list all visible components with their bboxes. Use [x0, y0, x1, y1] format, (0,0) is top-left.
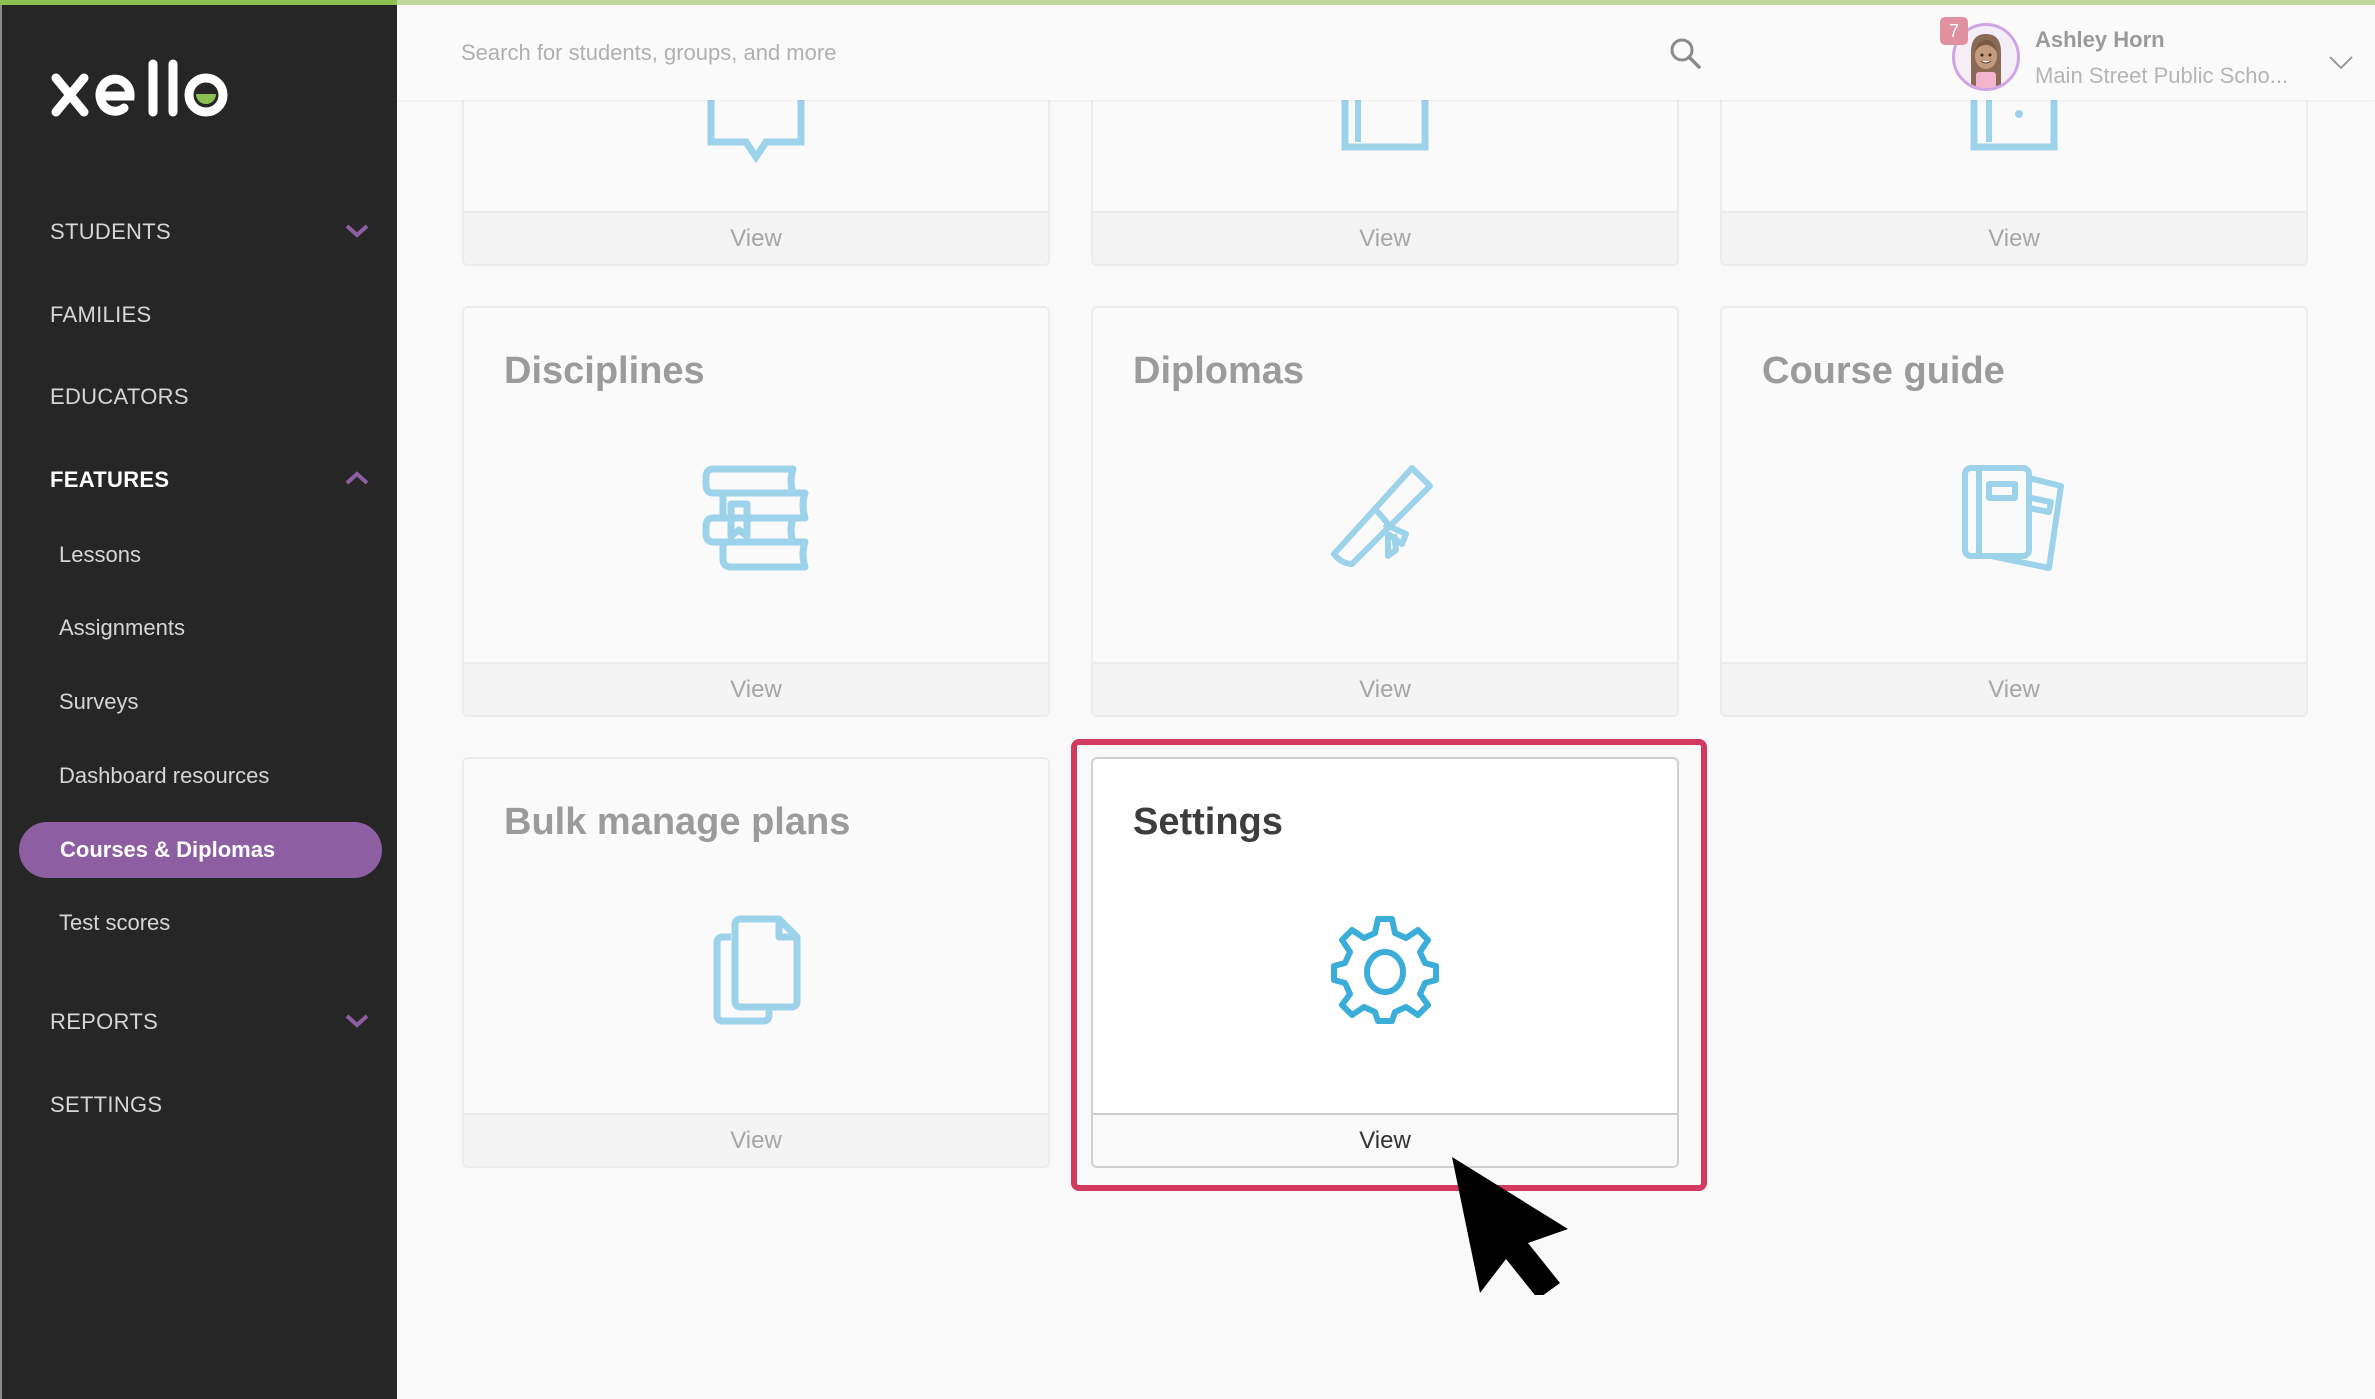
- user-menu[interactable]: 7 Ashley Horn Main Street Public Scho...: [1940, 15, 2354, 95]
- view-button[interactable]: View: [464, 1113, 1048, 1166]
- sidebar-subitem-courses-diplomas[interactable]: Courses & Diplomas: [19, 822, 382, 878]
- sidebar-subitem-label: Dashboard resources: [59, 763, 270, 788]
- sidebar-subitem-label: Courses & Diplomas: [60, 837, 276, 862]
- mouse-cursor-icon: [1452, 1157, 1568, 1295]
- sidebar-item-label: REPORTS: [50, 1009, 159, 1034]
- search-icon[interactable]: [1667, 35, 1703, 71]
- search-input[interactable]: [461, 33, 1661, 73]
- card-title: Settings: [1133, 801, 1283, 843]
- feature-card-diplomas[interactable]: Diplomas View: [1091, 306, 1679, 717]
- view-button[interactable]: View: [464, 211, 1048, 264]
- feature-card-disciplines[interactable]: Disciplines View: [462, 306, 1050, 717]
- sidebar-item-students[interactable]: STUDENTS: [50, 212, 370, 252]
- feature-card-course-guide[interactable]: Course guide View: [1720, 306, 2308, 717]
- sidebar-item-label: EDUCATORS: [50, 384, 189, 409]
- sidebar-item-reports[interactable]: REPORTS: [50, 1002, 370, 1042]
- view-button[interactable]: View: [1093, 1113, 1677, 1166]
- feature-card-bulk-manage-plans[interactable]: Bulk manage plans View: [462, 757, 1050, 1168]
- sidebar-item-features[interactable]: FEATURES: [50, 460, 370, 500]
- sidebar-subitem-label: Assignments: [59, 615, 185, 640]
- user-name: Ashley Horn: [2035, 27, 2165, 52]
- top-header: 7 Ashley Horn Main Street Public Scho...: [397, 5, 2375, 100]
- top-accent-bar: [0, 0, 2375, 5]
- sidebar-item-families[interactable]: FAMILIES: [50, 295, 370, 335]
- chevron-down-icon[interactable]: [344, 220, 370, 240]
- sidebar-subitem-surveys[interactable]: Surveys: [59, 682, 138, 722]
- view-button[interactable]: View: [1722, 662, 2306, 715]
- sidebar-subitem-dashboard-resources[interactable]: Dashboard resources: [59, 756, 269, 796]
- sidebar-subitem-assignments[interactable]: Assignments: [59, 608, 185, 648]
- view-button[interactable]: View: [464, 662, 1048, 715]
- course-guide-icon: [1962, 465, 2064, 571]
- sidebar-subitem-test-scores[interactable]: Test scores: [59, 903, 170, 943]
- card-title: Bulk manage plans: [504, 801, 851, 843]
- chevron-down-icon[interactable]: [344, 1010, 370, 1030]
- card-title: Diplomas: [1133, 350, 1305, 392]
- main-content: View View View Disciplines View Diplomas: [397, 0, 2375, 1399]
- gear-icon: [1331, 916, 1439, 1024]
- sidebar: STUDENTS FAMILIES EDUCATORS FEATURES Les…: [0, 0, 397, 1399]
- card-title: Course guide: [1762, 350, 2005, 392]
- sidebar-item-label: FEATURES: [50, 467, 170, 492]
- sidebar-subitem-label: Surveys: [59, 689, 139, 714]
- sidebar-item-label: STUDENTS: [50, 219, 171, 244]
- view-button[interactable]: View: [1093, 211, 1677, 264]
- card-title: Disciplines: [504, 350, 705, 392]
- sidebar-subitem-label: Test scores: [59, 910, 171, 935]
- partial-icon: [1970, 92, 2058, 151]
- sidebar-item-settings[interactable]: SETTINGS: [50, 1085, 370, 1125]
- feature-card-settings[interactable]: Settings View: [1091, 757, 1679, 1168]
- sidebar-item-educators[interactable]: EDUCATORS: [50, 377, 370, 417]
- partial-icon: [1341, 92, 1429, 151]
- user-school: Main Street Public Scho...: [2035, 63, 2289, 88]
- xello-logo[interactable]: [50, 58, 250, 128]
- books-icon: [702, 465, 809, 571]
- partial-icon: [707, 97, 805, 164]
- chevron-up-icon[interactable]: [344, 468, 370, 488]
- sidebar-item-label: FAMILIES: [50, 302, 152, 327]
- sidebar-item-label: SETTINGS: [50, 1092, 163, 1117]
- diploma-scroll-icon: [1331, 465, 1433, 567]
- documents-icon: [713, 915, 801, 1025]
- chevron-down-icon[interactable]: [2328, 55, 2354, 71]
- notification-badge[interactable]: 7: [1940, 17, 1968, 45]
- view-button[interactable]: View: [1093, 662, 1677, 715]
- view-button[interactable]: View: [1722, 211, 2306, 264]
- sidebar-subitem-lessons[interactable]: Lessons: [59, 535, 141, 575]
- sidebar-subitem-label: Lessons: [59, 542, 141, 567]
